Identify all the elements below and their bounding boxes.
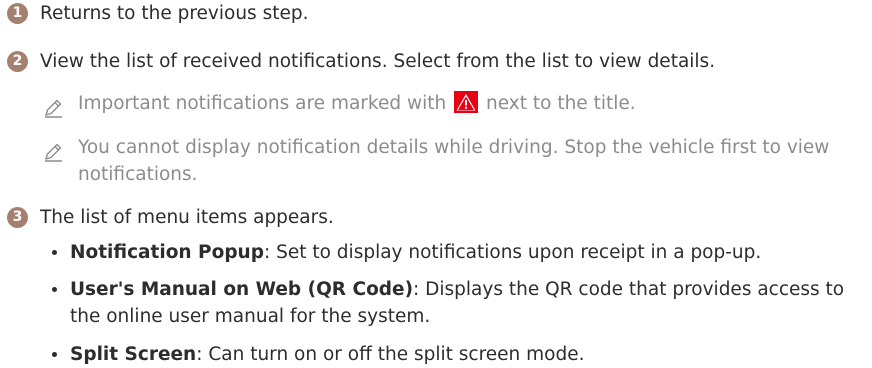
bullet bbox=[52, 250, 57, 255]
menu-item-notification-popup: Notification Popup: Set to display notif… bbox=[70, 239, 761, 266]
bullet bbox=[52, 352, 57, 357]
menu-item-desc: : Set to display notifications upon rece… bbox=[263, 242, 762, 263]
pencil-icon bbox=[45, 99, 62, 118]
step-1-text: Returns to the previous step. bbox=[40, 3, 309, 24]
menu-item-split-screen: Split Screen: Can turn on or off the spl… bbox=[70, 341, 585, 368]
warning-triangle-icon bbox=[454, 91, 479, 113]
bullet bbox=[52, 287, 57, 292]
step-2-number: 2 bbox=[7, 51, 28, 72]
menu-item-term: Notification Popup bbox=[70, 242, 264, 263]
menu-item-term: User's Manual on Web (QR Code) bbox=[70, 279, 414, 300]
menu-item-term: Split Screen bbox=[70, 344, 197, 365]
note-important-text-after: next to the title. bbox=[486, 93, 636, 114]
menu-item-desc: : Can turn on or off the split screen mo… bbox=[196, 344, 585, 365]
note-important-text-before: Important notifications are marked with bbox=[78, 93, 447, 114]
step-1-number: 1 bbox=[7, 3, 28, 24]
menu-item-users-manual: User's Manual on Web (QR Code): Displays… bbox=[70, 276, 860, 330]
step-3-text: The list of menu items appears. bbox=[40, 207, 334, 228]
step-2-text: View the list of received notifications.… bbox=[40, 51, 716, 72]
step-3-number: 3 bbox=[7, 207, 28, 228]
note-important: Important notifications are marked with … bbox=[78, 90, 636, 117]
note-driving: You cannot display notification details … bbox=[78, 137, 830, 185]
pencil-icon bbox=[45, 143, 62, 162]
